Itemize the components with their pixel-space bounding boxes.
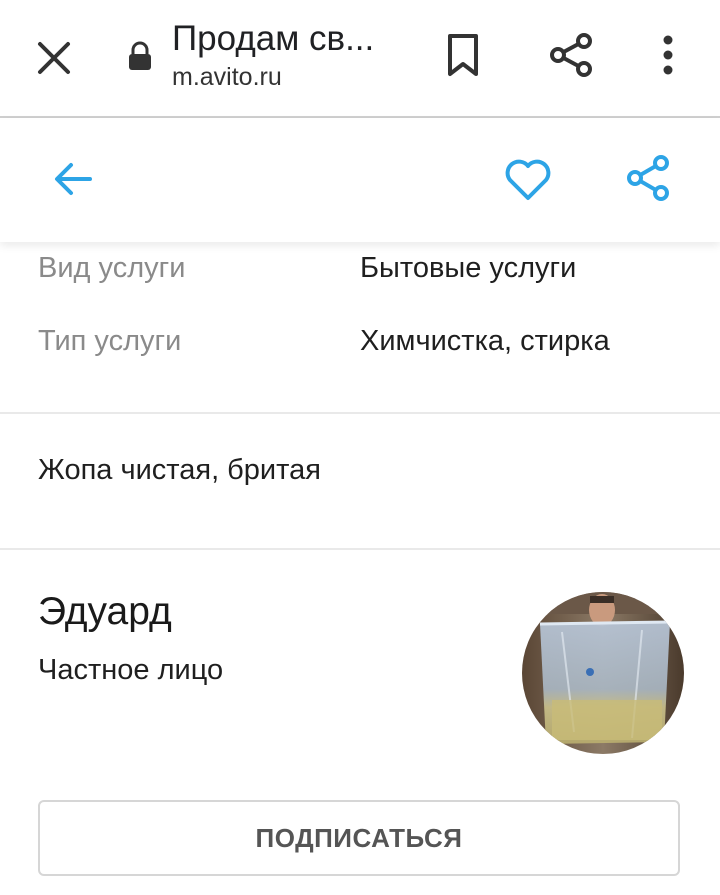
heart-icon[interactable]: [500, 152, 556, 208]
more-vert-icon[interactable]: [648, 28, 688, 82]
share-icon[interactable]: [620, 150, 676, 206]
divider: [0, 412, 720, 414]
bookmark-icon[interactable]: [436, 28, 490, 82]
param-label: Тип услуги: [38, 325, 182, 357]
listing-content: Вид услуги Бытовые услуги Тип услуги Хим…: [0, 242, 720, 895]
close-icon[interactable]: [28, 32, 80, 84]
seller-type: Частное лицо: [38, 654, 224, 686]
listing-description: Жопа чистая, бритая: [38, 454, 321, 486]
avatar[interactable]: [522, 592, 684, 754]
browser-toolbar: Продам св... m.avito.ru: [0, 0, 720, 118]
seller-name[interactable]: Эдуард: [38, 590, 172, 634]
page-title: Продам св...: [172, 19, 375, 58]
subscribe-button[interactable]: ПОДПИСАТЬСЯ: [38, 800, 680, 876]
param-value: Бытовые услуги: [360, 252, 577, 284]
arrow-left-icon[interactable]: [48, 154, 98, 204]
app-header: [0, 118, 720, 242]
page-url: m.avito.ru: [172, 63, 282, 91]
lock-icon: [126, 40, 154, 72]
tab-title-block[interactable]: Продам св... m.avito.ru: [172, 18, 412, 92]
param-value: Химчистка, стирка: [360, 325, 610, 357]
divider: [0, 548, 720, 550]
param-label: Вид услуги: [38, 252, 186, 284]
share-icon[interactable]: [544, 28, 598, 82]
